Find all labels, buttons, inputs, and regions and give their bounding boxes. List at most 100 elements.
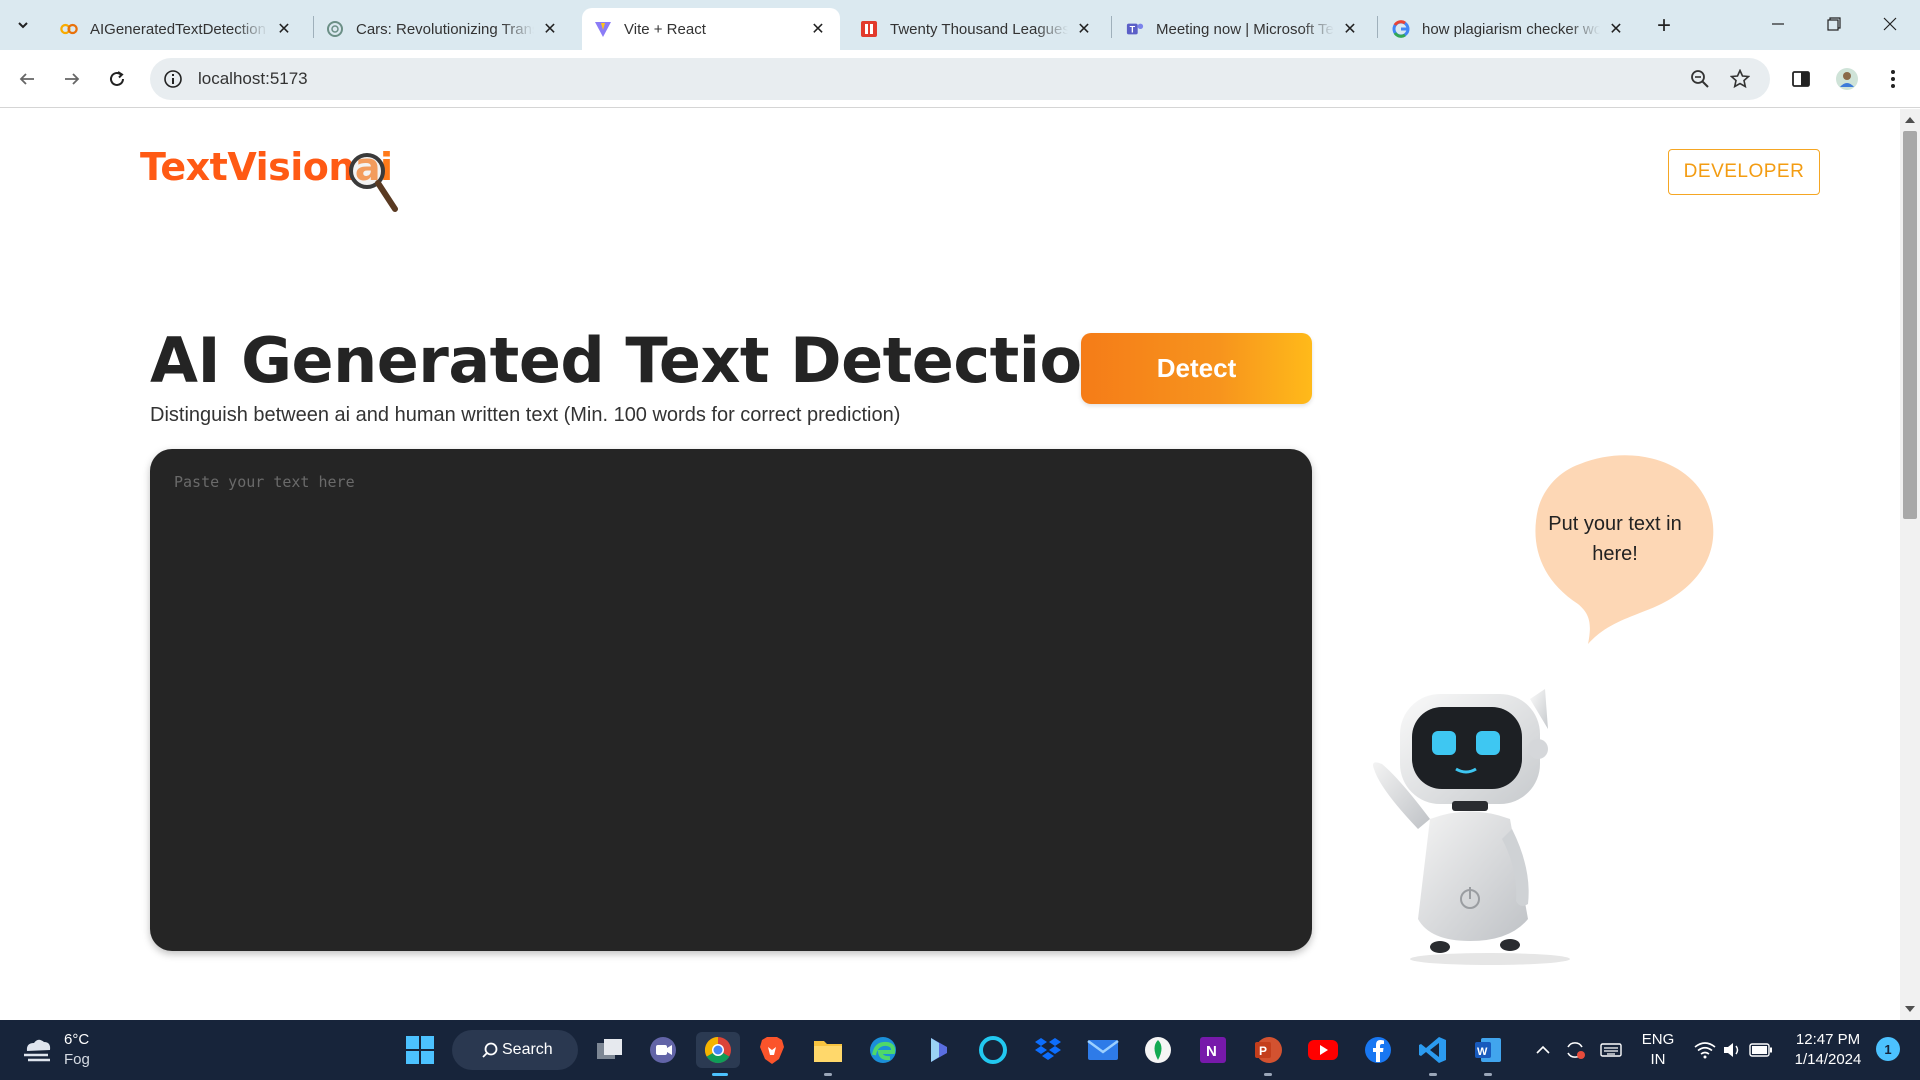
brave-icon xyxy=(760,1037,784,1064)
logo-main-text: TextVision xyxy=(140,145,355,189)
chevron-down-icon xyxy=(18,22,28,29)
weather-condition: Fog xyxy=(64,1051,90,1068)
restore-button[interactable] xyxy=(1814,6,1854,42)
info-icon[interactable] xyxy=(162,68,184,90)
scrollbar-thumb[interactable] xyxy=(1903,131,1917,519)
close-icon[interactable]: ✕ xyxy=(1340,19,1360,39)
tab-twenty-thousand[interactable]: Twenty Thousand Leagues ✕ xyxy=(848,8,1106,50)
clock-date: 1/14/2024 xyxy=(1794,1051,1862,1068)
page-subtitle: Distinguish between ai and human written… xyxy=(150,404,901,426)
robot-illustration xyxy=(1373,689,1570,965)
close-icon[interactable]: ✕ xyxy=(540,19,560,39)
avatar-icon xyxy=(1836,68,1858,90)
reload-icon xyxy=(110,71,124,86)
google-icon xyxy=(1392,20,1410,38)
zoom-icon[interactable] xyxy=(1688,67,1712,91)
taskbar-chrome[interactable] xyxy=(696,1032,740,1068)
vite-icon xyxy=(594,20,612,38)
show-hidden-icons-button[interactable] xyxy=(1528,1032,1558,1068)
minimize-icon xyxy=(1772,23,1784,25)
reload-button[interactable] xyxy=(102,64,132,94)
taskbar-youtube[interactable] xyxy=(1305,1032,1341,1068)
taskbar-mongodb[interactable] xyxy=(1140,1032,1176,1068)
textvision-logo[interactable]: TextVisionai xyxy=(140,145,400,215)
search-icon xyxy=(482,1042,498,1058)
tab-search-button[interactable] xyxy=(8,10,38,40)
language-region: IN xyxy=(1650,1051,1666,1068)
tab-chatgpt[interactable]: Cars: Revolutionizing Transportation ✕ xyxy=(314,8,572,50)
close-icon[interactable]: ✕ xyxy=(274,19,294,39)
weather-widget[interactable]: 6°C Fog xyxy=(20,1030,90,1070)
meet-icon xyxy=(650,1037,676,1063)
sync-status-icon[interactable] xyxy=(1560,1032,1590,1068)
running-indicator xyxy=(1429,1073,1437,1076)
close-window-button[interactable] xyxy=(1870,6,1910,42)
keyboard-icon[interactable] xyxy=(1596,1032,1626,1068)
svg-text:P: P xyxy=(1259,1044,1267,1058)
notification-badge[interactable]: 1 xyxy=(1876,1037,1900,1061)
taskbar-vscode[interactable] xyxy=(1415,1032,1451,1068)
taskbar-file-explorer[interactable] xyxy=(810,1032,846,1068)
taskbar-edge[interactable] xyxy=(865,1032,901,1068)
address-bar[interactable]: localhost:5173 xyxy=(150,58,1770,100)
browser-menu-button[interactable] xyxy=(1878,64,1908,94)
text-input[interactable] xyxy=(150,449,1312,951)
scroll-down-icon[interactable] xyxy=(1905,1006,1915,1012)
weather-temp: 6°C xyxy=(64,1031,90,1048)
active-app-indicator xyxy=(712,1073,728,1076)
start-button[interactable] xyxy=(402,1032,438,1068)
new-tab-button[interactable]: + xyxy=(1650,12,1678,40)
volume-icon[interactable] xyxy=(1718,1032,1748,1068)
chrome-icon xyxy=(704,1036,731,1064)
close-icon[interactable]: ✕ xyxy=(808,19,828,39)
taskbar-dropbox[interactable] xyxy=(1030,1032,1066,1068)
side-panel-button[interactable] xyxy=(1786,64,1816,94)
running-indicator xyxy=(1484,1073,1492,1076)
wifi-icon[interactable] xyxy=(1690,1032,1720,1068)
profile-avatar[interactable] xyxy=(1832,64,1862,94)
taskbar-powerpoint[interactable]: P xyxy=(1250,1032,1286,1068)
taskbar-brave[interactable] xyxy=(754,1032,790,1068)
vscode-icon xyxy=(1419,1037,1446,1063)
tab-colab[interactable]: AIGeneratedTextDetection ✕ xyxy=(48,8,306,50)
tab-title: Meeting now | Microsoft Teams xyxy=(1156,20,1334,38)
tab-vite-react[interactable]: Vite + React ✕ xyxy=(582,8,840,50)
taskbar-onenote[interactable]: N xyxy=(1195,1032,1231,1068)
svg-text:W: W xyxy=(1477,1046,1488,1058)
page-title: AI Generated Text Detection xyxy=(150,324,1126,397)
forward-button[interactable] xyxy=(57,64,87,94)
battery-icon[interactable] xyxy=(1746,1032,1776,1068)
fog-cloud-icon xyxy=(24,1039,51,1062)
taskbar-alexa[interactable] xyxy=(975,1032,1011,1068)
tab-google-search[interactable]: how plagiarism checker works ✕ xyxy=(1380,8,1638,50)
language-indicator[interactable]: ENG IN xyxy=(1638,1030,1678,1070)
close-icon xyxy=(1883,17,1897,31)
folder-icon xyxy=(814,1041,842,1062)
detect-button[interactable]: Detect xyxy=(1081,333,1312,404)
clock-time: 12:47 PM xyxy=(1795,1031,1861,1048)
edge-icon xyxy=(870,1037,896,1063)
page-scrollbar[interactable] xyxy=(1900,109,1920,1020)
scroll-up-icon[interactable] xyxy=(1905,117,1915,123)
taskbar-word[interactable]: W xyxy=(1470,1032,1506,1068)
bookmark-star-icon[interactable] xyxy=(1728,67,1752,91)
copilot-icon xyxy=(931,1038,947,1062)
tab-teams[interactable]: T Meeting now | Microsoft Teams ✕ xyxy=(1114,8,1372,50)
minimize-button[interactable] xyxy=(1758,6,1798,42)
taskbar-meet[interactable] xyxy=(645,1032,681,1068)
tab-separator xyxy=(1377,16,1378,38)
taskbar-search[interactable]: Search xyxy=(452,1030,578,1070)
taskbar-copilot[interactable] xyxy=(920,1032,956,1068)
task-view-button[interactable] xyxy=(592,1032,628,1068)
colab-icon xyxy=(60,20,78,38)
taskbar-facebook[interactable] xyxy=(1360,1032,1396,1068)
taskbar-mail[interactable] xyxy=(1085,1032,1121,1068)
clock[interactable]: 12:47 PM 1/14/2024 xyxy=(1788,1030,1868,1070)
close-icon[interactable]: ✕ xyxy=(1606,19,1626,39)
task-view-icon xyxy=(597,1039,622,1059)
developer-button[interactable]: DEVELOPER xyxy=(1668,149,1820,195)
arrow-right-icon xyxy=(65,73,80,85)
close-icon[interactable]: ✕ xyxy=(1074,19,1094,39)
svg-text:N: N xyxy=(1206,1043,1217,1060)
back-button[interactable] xyxy=(12,64,42,94)
